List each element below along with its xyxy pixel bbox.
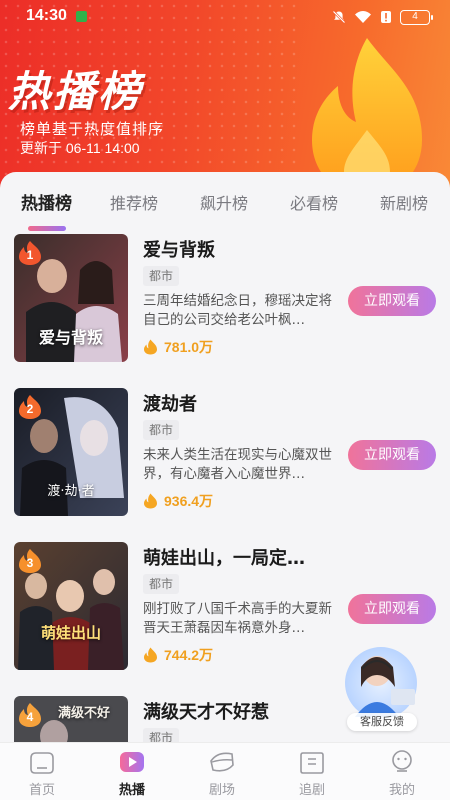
ranking-subtitle: 榜单基于热度值排序 [20,120,165,138]
drama-title[interactable]: 爱与背叛 [143,236,215,262]
watch-now-button[interactable]: 立即观看 [348,594,436,624]
heat-score: 936.4万 [143,490,213,512]
rank-badge: 2 [18,394,42,420]
fire-icon [144,493,157,509]
rank-badge: 4 [18,702,42,728]
genre-tag: 都市 [143,574,180,594]
nav-theater[interactable]: 剧场 [187,747,257,799]
cover-text: 满级不好 [57,706,110,721]
alert-icon [381,11,391,23]
drama-title[interactable]: 满级天才不好惹 [143,698,269,724]
tab-must-watch[interactable]: 必看榜 [290,190,338,214]
tab-rising[interactable]: 飙升榜 [200,190,248,214]
nav-label: 首页 [28,783,55,798]
nav-hot[interactable]: 热播 [97,747,167,799]
status-bar: 14:30 4 [0,0,450,34]
cover-text: 渡·劫·者 [47,484,95,499]
drama-description: 未来人类生活在现实与心魔双世界，有心魔者入心魔世界… [143,447,332,482]
tab-new[interactable]: 新剧榜 [380,190,428,214]
rank-badge: 1 [18,240,42,266]
heat-score: 744.2万 [143,644,213,666]
fire-icon [144,647,157,663]
ranking-tabs: 热播榜 推荐榜 飙升榜 必看榜 新剧榜 [0,184,450,231]
customer-service-button[interactable]: 客服反馈 [335,645,427,735]
nav-home[interactable]: 首页 [7,747,77,799]
drama-title[interactable]: 萌娃出山，一局定… [143,544,305,570]
nav-label: 剧场 [208,783,235,798]
genre-tag: 都市 [143,420,180,440]
drama-description: 刚打败了八国千术高手的大夏新晋天王萧磊因车祸意外身… [143,601,332,636]
home-icon [30,752,54,774]
status-time: 14:30 [26,7,67,24]
watch-now-button[interactable]: 立即观看 [348,440,436,470]
drama-title[interactable]: 渡劫者 [143,390,197,416]
page-title: 热播榜 [8,67,144,116]
profile-icon [392,750,412,772]
watch-now-button[interactable]: 立即观看 [348,286,436,316]
nav-follow[interactable]: 追剧 [277,747,347,799]
tab-hot[interactable]: 热播榜 [21,189,72,214]
service-label: 客服反馈 [347,713,417,731]
genre-tag: 都市 [143,728,180,742]
nav-label: 热播 [118,783,145,798]
rank-number: 1 [26,248,34,262]
battery-icon: 4 [400,9,433,25]
tab-recommend[interactable]: 推荐榜 [110,190,158,214]
app-notification-icon [76,11,87,22]
rank-number: 2 [26,402,34,416]
bottom-navigation: 首页 热播 剧场 追剧 我的 [0,742,450,800]
update-time: 更新于 06-11 14:00 [20,140,140,156]
cover-text: 爱与背叛 [38,328,103,347]
fire-icon [144,339,157,355]
wifi-icon [355,11,371,23]
rank-badge: 3 [18,548,42,574]
rank-number: 4 [26,710,34,724]
heat-value: 781.0万 [164,339,214,355]
theater-icon [210,752,234,772]
genre-tag: 都市 [143,266,180,286]
heat-score: 781.0万 [143,336,213,358]
heat-value: 744.2万 [164,647,214,663]
rank-number: 3 [26,556,34,570]
status-icons: 4 [332,8,433,26]
list-item[interactable]: 爱与背叛 1 爱与背叛 都市 三周年结婚纪念日，穆瑶决定将自己的公司交给老公叶枫… [0,234,450,364]
follow-icon [300,752,324,774]
play-icon [120,752,144,772]
heat-value: 936.4万 [164,493,214,509]
mute-bell-icon [332,10,346,24]
nav-label: 我的 [388,783,415,798]
drama-description: 三周年结婚纪念日，穆瑶决定将自己的公司交给老公叶枫… [143,293,332,328]
active-tab-indicator [28,226,66,231]
cover-text: 萌娃出山 [40,624,101,642]
list-item[interactable]: 渡·劫·者 2 渡劫者 都市 未来人类生活在现实与心魔双世界，有心魔者入心魔世界… [0,388,450,518]
nav-profile[interactable]: 我的 [367,747,437,799]
nav-label: 追剧 [298,783,325,798]
